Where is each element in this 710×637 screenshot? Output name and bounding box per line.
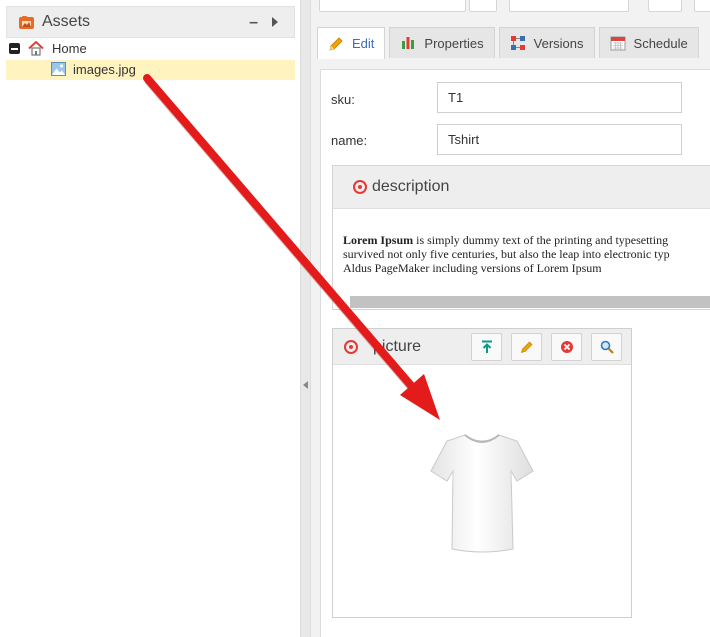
calendar-icon [610, 36, 626, 51]
picture-header: picture [333, 329, 631, 365]
edit-picture-button[interactable] [511, 333, 542, 361]
zoom-icon [600, 340, 614, 354]
tree-collapse-toggle[interactable] [9, 43, 20, 54]
toolbar-button[interactable] [648, 0, 682, 12]
description-line: Lorem Ipsum is simply dummy text of the … [343, 233, 710, 247]
picture-block: picture [332, 328, 632, 618]
object-editor: Edit Properties Versions Schedule sku: T… [311, 0, 710, 637]
tree-item-home[interactable]: Home [6, 39, 295, 59]
properties-icon [402, 37, 415, 49]
name-input[interactable] [437, 124, 682, 155]
toolbar-button[interactable] [509, 0, 629, 12]
description-scrollbar[interactable] [350, 296, 710, 308]
tree-item-label: Home [52, 41, 87, 56]
description-line: survived not only five centuries, but al… [343, 247, 670, 261]
tab-label: Properties [424, 35, 484, 51]
editor-tabs: Edit Properties Versions Schedule [317, 27, 703, 59]
tab-label: Schedule [633, 35, 688, 51]
tab-properties[interactable]: Properties [389, 27, 495, 58]
assets-panel: Assets – Home images.jpg [0, 0, 300, 637]
description-editor[interactable]: Lorem Ipsum is simply dummy text of the … [343, 233, 710, 275]
collapse-left-arrow-icon[interactable] [303, 381, 308, 389]
sku-label: sku: [331, 92, 355, 107]
toolbar-button[interactable] [469, 0, 497, 12]
tree-item-label: images.jpg [73, 62, 136, 77]
toolbar-button[interactable] [319, 0, 466, 12]
toolbar-strip [311, 0, 710, 18]
home-icon [28, 41, 44, 56]
assets-panel-header[interactable]: Assets – [6, 6, 295, 38]
image-file-icon [51, 62, 66, 76]
description-bold-text: Lorem Ipsum [343, 233, 414, 247]
edit-icon [520, 341, 532, 354]
assets-panel-title: Assets [42, 13, 91, 30]
upload-icon [481, 340, 492, 353]
tree-item-images-jpg[interactable]: images.jpg [6, 60, 295, 80]
description-block: description Lorem Ipsum is simply dummy … [332, 165, 710, 310]
pencil-icon [329, 36, 343, 51]
description-line: Aldus PageMaker including versions of Lo… [343, 261, 602, 275]
assets-folder-icon [19, 16, 34, 29]
description-text: is simply dummy text of the printing and… [413, 233, 669, 247]
panel-splitter[interactable] [300, 0, 311, 637]
collapse-panel-button[interactable]: – [249, 15, 258, 31]
tab-versions[interactable]: Versions [498, 27, 595, 58]
expand-arrow-icon[interactable] [272, 17, 278, 27]
zoom-picture-button[interactable] [591, 333, 622, 361]
picture-title: picture [373, 338, 422, 355]
target-icon [353, 180, 367, 194]
name-label: name: [331, 133, 368, 148]
upload-button[interactable] [471, 333, 502, 361]
description-title: description [372, 178, 450, 195]
description-header: description [333, 166, 710, 209]
tshirt-image[interactable] [429, 431, 535, 555]
tab-label: Edit [352, 36, 375, 51]
versions-icon [510, 36, 525, 50]
target-icon [344, 340, 358, 354]
sku-input[interactable] [437, 82, 682, 113]
tab-schedule[interactable]: Schedule [598, 27, 699, 58]
clear-icon [560, 341, 573, 353]
toolbar-button[interactable] [694, 0, 710, 12]
tab-edit[interactable]: Edit [317, 27, 386, 59]
clear-picture-button[interactable] [551, 333, 582, 361]
edit-form: sku: name: description Lorem Ipsum is si… [320, 69, 710, 637]
tab-label: Versions [533, 35, 584, 51]
